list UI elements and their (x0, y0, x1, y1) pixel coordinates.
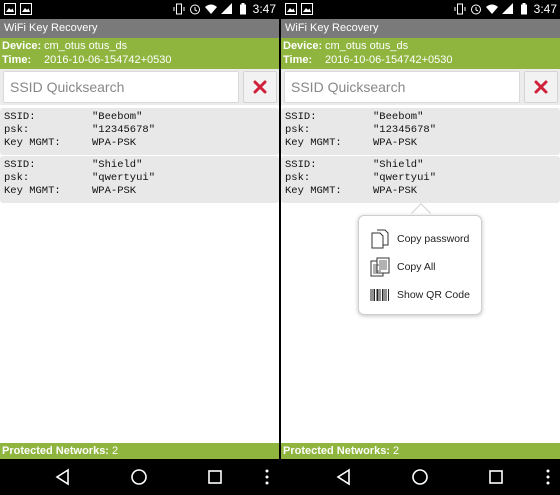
overflow-menu-icon[interactable] (258, 468, 276, 486)
network-card[interactable]: SSID: "Beebom" psk: "12345678" Key MGMT: WP… (0, 108, 279, 155)
time-value: 2016-10-06-154742+0530 (325, 54, 453, 66)
notification-image-icon (4, 3, 16, 15)
protected-networks-label: Protected Networks: (283, 445, 390, 457)
notification-photo-icon (301, 3, 313, 15)
context-popup-menu: Copy password Copy All Show QR Code (358, 215, 482, 315)
back-icon[interactable] (335, 468, 353, 486)
footer-bar: Protected Networks: 2 (281, 443, 560, 459)
key-mgmt-value: WPA-PSK (92, 137, 137, 149)
key-mgmt-label: Key MGMT: (4, 137, 61, 149)
network-card[interactable]: SSID: "Beebom" psk: "12345678" Key MGMT: WP… (281, 108, 560, 155)
time-value: 2016-10-06-154742+0530 (44, 54, 172, 66)
clear-search-button[interactable] (524, 71, 558, 103)
notification-image-icon (285, 3, 297, 15)
ssid-label: SSID: (285, 111, 317, 123)
overflow-menu-icon[interactable] (539, 468, 557, 486)
ssid-value: "Beebom" (373, 111, 424, 123)
battery-icon (239, 3, 246, 15)
status-bar: 3:47 (0, 0, 279, 19)
menu-item-copy-all[interactable]: Copy All (369, 256, 436, 278)
device-value: cm_otus otus_ds (44, 40, 128, 52)
barcode-icon (370, 289, 389, 301)
phone-screen-right: 3:47 WiFi Key Recovery Device: cm_otus o… (281, 0, 560, 495)
device-info-bar: Device: cm_otus otus_ds Time: 2016-10-06… (281, 38, 560, 69)
app-title: WiFi Key Recovery (281, 19, 560, 38)
home-icon[interactable] (130, 468, 148, 486)
wifi-icon (204, 4, 217, 14)
psk-value: "12345678" (373, 124, 437, 136)
key-mgmt-label: Key MGMT: (4, 185, 61, 197)
time-label: Time: (283, 54, 313, 66)
home-icon[interactable] (411, 468, 429, 486)
navigation-bar (0, 459, 279, 495)
signal-icon (501, 3, 513, 14)
status-time: 3:47 (533, 2, 557, 16)
menu-item-label: Show QR Code (397, 289, 470, 301)
device-info-bar: Device: cm_otus otus_ds Time: 2016-10-06… (0, 38, 279, 69)
device-label: Device: (283, 40, 323, 52)
ssid-search-input[interactable]: SSID Quicksearch (3, 71, 239, 103)
vibrate-icon (454, 3, 466, 15)
ssid-value: "Shield" (373, 159, 424, 171)
close-icon (253, 80, 267, 94)
key-mgmt-value: WPA-PSK (373, 137, 418, 149)
protected-networks-count: 2 (112, 445, 119, 457)
psk-value: "qwertyui" (373, 172, 437, 184)
key-mgmt-label: Key MGMT: (285, 185, 342, 197)
copy-document-icon (371, 229, 389, 249)
navigation-bar (281, 459, 560, 495)
key-mgmt-label: Key MGMT: (285, 137, 342, 149)
protected-networks-label: Protected Networks: (2, 445, 109, 457)
network-card[interactable]: SSID: "Shield" psk: "qwertyui" Key MGMT: WP… (0, 156, 279, 203)
clear-search-button[interactable] (243, 71, 277, 103)
psk-label: psk: (4, 172, 30, 184)
ssid-value: "Beebom" (92, 111, 143, 123)
back-icon[interactable] (54, 468, 72, 486)
ssid-label: SSID: (4, 111, 36, 123)
ssid-search-input[interactable]: SSID Quicksearch (284, 71, 520, 103)
signal-icon (220, 3, 232, 14)
ssid-label: SSID: (4, 159, 36, 171)
notification-photo-icon (20, 3, 32, 15)
menu-item-label: Copy password (397, 233, 470, 245)
wifi-icon (485, 4, 498, 14)
menu-item-label: Copy All (397, 261, 436, 273)
ssid-value: "Shield" (92, 159, 143, 171)
menu-item-copy-password[interactable]: Copy password (369, 228, 469, 250)
close-icon (534, 80, 548, 94)
alarm-icon (470, 4, 481, 15)
psk-value: "12345678" (92, 124, 156, 136)
key-mgmt-value: WPA-PSK (92, 185, 137, 197)
search-row: SSID Quicksearch (281, 69, 560, 105)
device-label: Device: (2, 40, 42, 52)
footer-bar: Protected Networks: 2 (0, 443, 279, 459)
search-row: SSID Quicksearch (0, 69, 279, 105)
protected-networks-count: 2 (393, 445, 400, 457)
psk-label: psk: (285, 124, 311, 136)
menu-item-show-qr-code[interactable]: Show QR Code (369, 284, 470, 306)
recent-apps-icon[interactable] (206, 468, 224, 486)
status-bar: 3:47 (281, 0, 560, 19)
network-card[interactable]: SSID: "Shield" psk: "qwertyui" Key MGMT: WP… (281, 156, 560, 203)
vibrate-icon (173, 3, 185, 15)
recent-apps-icon[interactable] (487, 468, 505, 486)
status-time: 3:47 (252, 2, 276, 16)
psk-label: psk: (4, 124, 30, 136)
alarm-icon (189, 4, 200, 15)
time-label: Time: (2, 54, 32, 66)
psk-label: psk: (285, 172, 311, 184)
key-mgmt-value: WPA-PSK (373, 185, 418, 197)
psk-value: "qwertyui" (92, 172, 156, 184)
phone-screen-left: 3:47 WiFi Key Recovery Device: cm_otus o… (0, 0, 279, 495)
app-title: WiFi Key Recovery (0, 19, 279, 38)
copy-all-icon (370, 257, 390, 277)
ssid-label: SSID: (285, 159, 317, 171)
device-value: cm_otus otus_ds (325, 40, 409, 52)
battery-icon (520, 3, 527, 15)
